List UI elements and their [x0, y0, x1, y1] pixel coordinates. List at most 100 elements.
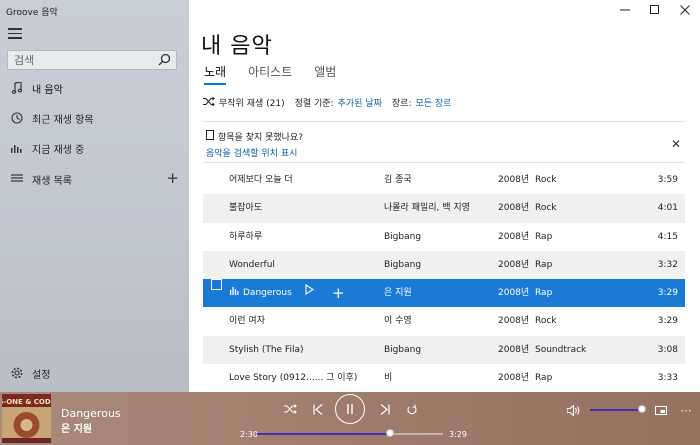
song-duration: 4:01	[657, 203, 678, 214]
seek-bar[interactable]	[257, 429, 443, 437]
add-playlist-icon[interactable]: +	[166, 170, 179, 186]
table-row[interactable]: 하루하루 Bigbang 2008년 Rap 4:15	[203, 223, 685, 251]
now-playing-bars-icon	[230, 279, 239, 307]
song-artist[interactable]: 은 지원	[384, 279, 412, 307]
sidebar-item-label: 재생 목록	[32, 175, 72, 187]
volume-slider[interactable]	[590, 405, 646, 413]
next-icon[interactable]	[377, 402, 391, 416]
maximize-icon[interactable]	[640, 0, 670, 20]
song-artist[interactable]: Bigbang	[384, 251, 421, 279]
sidebar: Groove 음악 내 음악 최근 재생 항목 지금	[0, 0, 189, 392]
app-title: Groove 음악	[6, 8, 58, 18]
table-row[interactable]: 이런 여자 이 수영 2008년 Rock 3:29	[203, 307, 685, 335]
song-artist[interactable]: 나몰라 패밀리, 백 지영	[384, 194, 470, 222]
gear-icon	[9, 365, 25, 381]
clock-icon	[9, 110, 25, 126]
table-row-selected[interactable]: Dangerous + 은 지원 2008년 Rap 3:29	[203, 279, 685, 308]
song-genre: Rap	[535, 231, 553, 242]
groove-music-window: Groove 음악 내 음악 최근 재생 항목 지금	[0, 0, 700, 392]
list-icon	[9, 171, 25, 187]
sidebar-item-label: 최근 재생 항목	[32, 114, 94, 126]
bars-icon	[9, 140, 25, 156]
settings-label: 설정	[32, 369, 51, 381]
music-note-icon	[9, 80, 25, 96]
elapsed-time: 2:30	[240, 430, 258, 439]
song-artist[interactable]: 김 종국	[384, 166, 412, 194]
song-artist[interactable]: Bigbang	[384, 223, 421, 251]
song-genre: Rock	[535, 316, 557, 327]
sidebar-item-my-music[interactable]: 내 음악	[0, 76, 189, 100]
seek-bar-thumb[interactable]	[386, 429, 395, 437]
sidebar-item-playlists[interactable]: 재생 목록 +	[0, 167, 189, 191]
pause-button[interactable]	[335, 394, 365, 424]
repeat-icon[interactable]	[405, 402, 419, 416]
song-duration: 4:15	[657, 231, 678, 242]
notice-text: 항목을 찾지 못했나요?	[218, 133, 304, 143]
song-year: 2008년	[498, 316, 530, 327]
shuffle-all-button[interactable]: 무작위 재생 (21)	[219, 96, 285, 109]
previous-icon[interactable]	[311, 402, 325, 416]
search-icon[interactable]	[158, 53, 172, 67]
add-to-icon[interactable]: +	[332, 279, 345, 307]
mini-mode-icon[interactable]	[654, 403, 668, 417]
search-box	[7, 50, 177, 70]
song-genre: Soundtrack	[535, 344, 587, 355]
close-icon[interactable]	[670, 0, 700, 20]
table-row[interactable]: Wonderful Bigbang 2008년 Rap 3:32	[203, 250, 685, 280]
song-year: 2008년	[498, 288, 530, 299]
song-title: 이런 여자	[229, 316, 265, 327]
row-checkbox[interactable]	[211, 279, 222, 291]
song-title: Stylish (The Fila)	[229, 344, 304, 355]
song-artist[interactable]: Bigbang	[384, 336, 421, 364]
song-genre: Rap	[535, 288, 553, 299]
song-title: 하루하루	[229, 231, 263, 242]
sidebar-item-recent[interactable]: 최근 재생 항목	[0, 106, 189, 130]
shuffle-icon[interactable]	[283, 402, 297, 416]
document-icon	[206, 130, 214, 143]
song-title: Love Story (0912...... 그 이후)	[229, 373, 358, 384]
window-controls	[610, 0, 700, 20]
tab-artists[interactable]: 아티스트	[248, 63, 292, 85]
genre-dropdown[interactable]: 모든 장르	[415, 96, 451, 109]
search-input[interactable]	[8, 51, 160, 69]
sidebar-item-now-playing[interactable]: 지금 재생 중	[0, 136, 189, 160]
play-icon[interactable]	[305, 279, 315, 307]
tab-albums[interactable]: 앨범	[314, 63, 336, 85]
song-year: 2008년	[498, 373, 530, 384]
table-row[interactable]: 불잡아도 나몰라 패밀리, 백 지영 2008년 Rock 4:01	[203, 194, 685, 223]
song-genre: Rap	[535, 259, 553, 270]
now-playing-artist[interactable]: 은 지원	[61, 420, 92, 435]
tab-songs[interactable]: 노래	[204, 63, 227, 85]
table-row[interactable]: Love Story (0912...... 그 이후) 비 2008년 Rap…	[203, 364, 685, 392]
song-duration: 3:32	[657, 259, 678, 270]
song-genre: Rock	[535, 203, 557, 214]
song-artist[interactable]: 비	[384, 364, 392, 392]
close-notice-icon[interactable]: ✕	[671, 137, 681, 151]
volume-slider-thumb[interactable]	[638, 405, 646, 413]
sort-label: 정렬 기준:	[294, 99, 334, 109]
sidebar-item-settings[interactable]: 설정	[0, 361, 189, 385]
song-title: 불잡아도	[229, 203, 263, 214]
song-title: Wonderful	[229, 259, 275, 270]
song-list: 어제보다 오늘 더 김 종국 2008년 Rock 3:59 불잡아도 나몰라 …	[203, 166, 685, 392]
pause-icon	[347, 404, 353, 414]
table-row[interactable]: 어제보다 오늘 더 김 종국 2008년 Rock 3:59	[203, 166, 685, 194]
song-duration: 3:29	[657, 316, 678, 327]
more-options-icon[interactable]: ⋯	[679, 403, 693, 417]
volume-icon[interactable]	[566, 403, 580, 417]
song-duration: 3:33	[657, 373, 678, 384]
choose-music-location-link[interactable]: 음악을 검색할 위치 표시	[206, 149, 297, 159]
hamburger-menu-icon[interactable]	[8, 28, 22, 40]
album-art[interactable]: G-ONE & CODE	[2, 394, 51, 443]
table-row[interactable]: Stylish (The Fila) Bigbang 2008년 Soundtr…	[203, 335, 685, 365]
sort-dropdown[interactable]: 추가된 날짜	[338, 96, 382, 109]
song-duration: 3:59	[657, 175, 678, 185]
song-genre: Rap	[535, 373, 553, 384]
song-year: 2008년	[498, 203, 530, 214]
now-playing-title[interactable]: Dangerous	[61, 407, 121, 420]
shuffle-icon	[203, 96, 215, 109]
song-year: 2008년	[498, 259, 530, 270]
song-duration: 3:29	[657, 288, 678, 299]
song-artist[interactable]: 이 수영	[384, 307, 412, 335]
minimize-icon[interactable]	[610, 0, 640, 20]
